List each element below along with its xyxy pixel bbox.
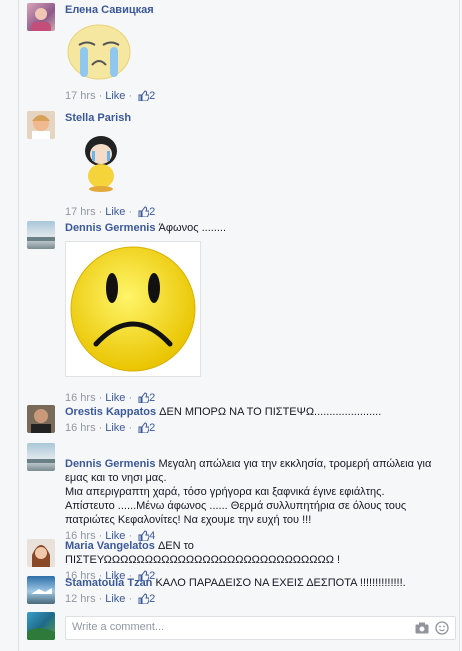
like-count-icon[interactable] bbox=[138, 206, 150, 221]
camera-icon[interactable] bbox=[415, 622, 429, 637]
like-link[interactable]: Like bbox=[105, 392, 125, 404]
crying-sticker bbox=[65, 21, 133, 81]
like-count-icon[interactable] bbox=[138, 90, 150, 105]
comment-time[interactable]: 16 hrs bbox=[65, 392, 96, 404]
comment-text: ΚΑΛΟ ΠΑΡΑΔΕΙΣΟ ΝΑ ΕΧΕΙΣ ΔΕΣΠΟΤΑ !!!!!!!!… bbox=[155, 577, 406, 589]
current-user-avatar bbox=[27, 612, 55, 640]
comment-time[interactable]: 16 hrs bbox=[65, 422, 96, 434]
like-link[interactable]: Like bbox=[105, 90, 125, 102]
avatar[interactable] bbox=[27, 221, 55, 249]
like-link[interactable]: Like bbox=[105, 593, 125, 605]
like-link[interactable]: Like bbox=[105, 422, 125, 434]
avatar-photo-icon bbox=[27, 459, 55, 463]
like-count[interactable]: 2 bbox=[149, 422, 155, 434]
avatar[interactable] bbox=[27, 111, 55, 139]
comment-time[interactable]: 17 hrs bbox=[65, 206, 96, 218]
comment-time[interactable]: 17 hrs bbox=[65, 90, 96, 102]
like-count[interactable]: 2 bbox=[149, 90, 155, 102]
avatar-photo-icon bbox=[32, 545, 50, 567]
crying-face-icon bbox=[67, 24, 131, 80]
commenter-name[interactable]: Stella Parish bbox=[65, 112, 131, 124]
avatar-photo-icon bbox=[31, 8, 51, 31]
commenter-name[interactable]: Orestis Kappatos bbox=[65, 406, 156, 418]
avatar[interactable] bbox=[27, 539, 55, 567]
like-count[interactable]: 2 bbox=[149, 593, 155, 605]
comments-panel: Елена Савицкая 17 hrs · Like · 2 Stella P bbox=[18, 0, 460, 651]
avatar[interactable] bbox=[27, 576, 55, 604]
commenter-name[interactable]: Елена Савицкая bbox=[65, 4, 154, 16]
avatar-photo-icon bbox=[31, 409, 51, 433]
crying-girl-sticker bbox=[77, 129, 125, 193]
avatar-photo-icon bbox=[31, 588, 52, 594]
commenter-name[interactable]: Dennis Germenis bbox=[65, 222, 155, 234]
commenter-name[interactable]: Stamatoula Tzan bbox=[65, 577, 152, 589]
like-count[interactable]: 2 bbox=[149, 392, 155, 404]
crying-girl-icon bbox=[85, 136, 117, 192]
like-count[interactable]: 2 bbox=[149, 206, 155, 218]
commenter-name[interactable]: Maria Vangelatos bbox=[65, 540, 155, 552]
avatar[interactable] bbox=[27, 443, 55, 471]
avatar[interactable] bbox=[27, 405, 55, 433]
comment-text: ΔΕΝ ΜΠΟΡΩ ΝΑ ΤΟ ΠΙΣΤΕΨΩ.................… bbox=[159, 406, 382, 418]
sad-smiley-image[interactable] bbox=[65, 241, 201, 377]
avatar-photo-icon bbox=[27, 628, 55, 640]
sad-smiley-icon bbox=[70, 246, 196, 372]
emoji-icon[interactable] bbox=[435, 621, 449, 638]
write-comment-row: Write a comment... bbox=[27, 612, 457, 642]
avatar-photo-icon bbox=[32, 115, 50, 139]
like-count-icon[interactable] bbox=[138, 593, 150, 608]
comment-input[interactable]: Write a comment... bbox=[65, 616, 456, 640]
comment-time[interactable]: 12 hrs bbox=[65, 593, 96, 605]
commenter-name[interactable]: Dennis Germenis bbox=[65, 458, 155, 470]
comment-input-placeholder: Write a comment... bbox=[72, 621, 165, 633]
avatar-photo-icon bbox=[27, 237, 55, 241]
avatar[interactable] bbox=[27, 3, 55, 31]
comment-text: Άφωνος ........ bbox=[158, 222, 227, 234]
like-link[interactable]: Like bbox=[105, 206, 125, 218]
like-count-icon[interactable] bbox=[138, 422, 150, 437]
